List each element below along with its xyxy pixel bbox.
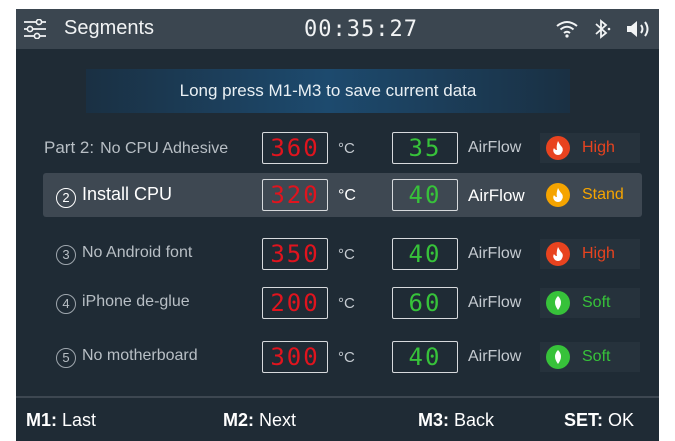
mode-label: Soft [582,294,611,311]
volume-icon[interactable] [625,19,653,39]
segment-label: 4 iPhone de-glue [56,293,190,314]
m2-key-hint[interactable]: M2: Next [223,410,296,431]
segment-label: 2 Install CPU [56,184,172,208]
page-title: Segments [64,17,155,39]
leaf-icon [546,345,570,369]
temperature-field[interactable]: 300 [262,341,328,373]
airflow-field[interactable]: 40 [392,179,458,211]
segment-name: iPhone de-glue [82,293,190,310]
footer-keys: M1: Last M2: Next M3: Back SET: OK [16,396,659,441]
temperature-unit: °C [338,187,356,204]
temperature-field[interactable]: 320 [262,179,328,211]
mode-label: Stand [582,186,624,203]
airflow-label: AirFlow [468,245,522,262]
temperature-field[interactable]: 350 [262,238,328,270]
hint-banner: Long press M1-M3 to save current data [86,69,570,113]
wifi-icon [556,20,578,38]
temperature-field[interactable]: 200 [262,287,328,319]
m1-key-hint[interactable]: M1: Last [26,410,96,431]
set-key-hint[interactable]: SET: OK [564,410,634,431]
temperature-unit: °C [338,349,355,366]
m3-key-hint[interactable]: M3: Back [418,410,494,431]
mode-selector[interactable]: Soft [540,342,640,372]
airflow-label: AirFlow [468,139,522,156]
airflow-label: AirFlow [468,294,522,311]
airflow-field[interactable]: 40 [392,238,458,270]
status-bar: Segments 00:35:27 [16,9,659,49]
segment-label: 3 No Android font [56,244,192,265]
mode-label: Soft [582,348,611,365]
temperature-unit: °C [338,140,355,157]
segment-row[interactable]: 4 iPhone de-glue 200 °C 60 AirFlow Soft [16,281,659,325]
mode-selector[interactable]: Stand [540,180,640,210]
segment-row[interactable]: Part 2: No CPU Adhesive 360 °C 35 AirFlow High [16,126,659,170]
device-screen: Segments 00:35:27 Long press M1-M3 to sa… [16,9,659,441]
temperature-field[interactable]: 360 [262,132,328,164]
flame-icon [546,242,570,266]
segment-number-badge: 2 [56,188,76,208]
segment-row[interactable]: 3 No Android font 350 °C 40 AirFlow High [16,232,659,276]
segment-name: Install CPU [82,184,173,204]
segment-label: 5 No motherboard [56,347,198,368]
mode-selector[interactable]: High [540,239,640,269]
segment-row[interactable]: 2 Install CPU 320 °C 40 AirFlow Stand [16,173,659,217]
mode-selector[interactable]: Soft [540,288,640,318]
part-prefix: Part 2: [44,138,95,157]
mode-selector[interactable]: High [540,133,640,163]
airflow-label: AirFlow [468,348,522,365]
segment-number-badge: 5 [56,348,76,368]
airflow-field[interactable]: 40 [392,341,458,373]
mode-label: High [582,139,615,156]
mode-label: High [582,245,615,262]
segment-name: No Android font [82,244,193,261]
flame-icon [546,136,570,160]
temperature-unit: °C [338,246,355,263]
airflow-field[interactable]: 60 [392,287,458,319]
flame-icon [546,183,570,207]
bluetooth-icon [594,19,612,39]
leaf-icon [546,291,570,315]
airflow-label: AirFlow [468,186,525,205]
segment-name: No motherboard [82,347,198,364]
clock: 00:35:27 [304,17,418,42]
airflow-field[interactable]: 35 [392,132,458,164]
segment-number-badge: 4 [56,294,76,314]
sliders-icon[interactable] [23,18,47,40]
temperature-unit: °C [338,295,355,312]
segment-number-badge: 3 [56,245,76,265]
segment-row[interactable]: 5 No motherboard 300 °C 40 AirFlow Soft [16,335,659,379]
segment-name: No CPU Adhesive [100,140,229,157]
segment-label: Part 2: No CPU Adhesive [44,138,228,158]
